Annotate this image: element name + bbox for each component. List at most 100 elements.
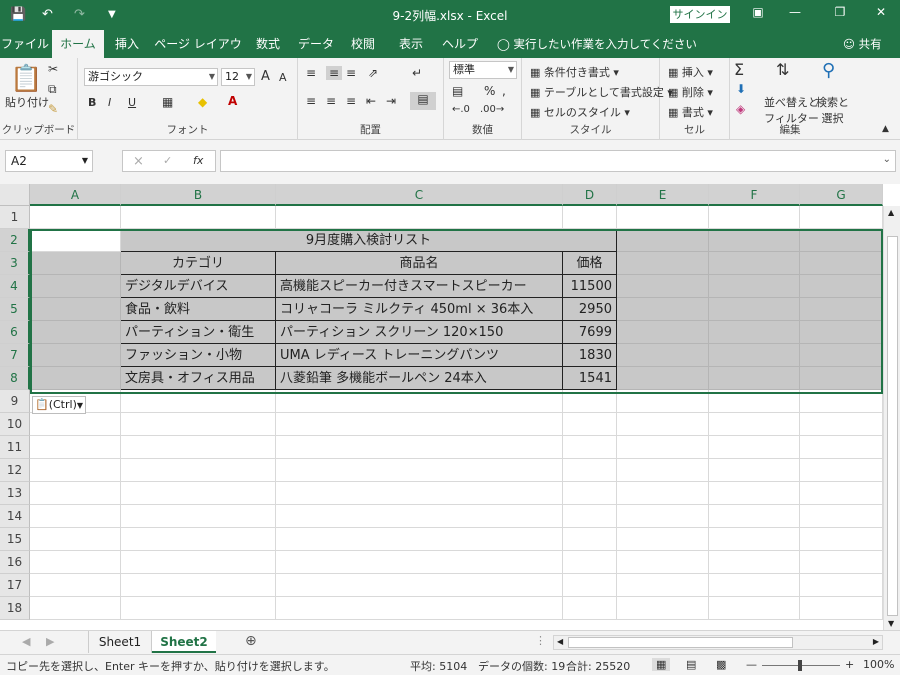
tab-review[interactable]: 校閲 [342,30,384,58]
cell-g4[interactable] [800,275,883,298]
column-header-c[interactable]: C [276,184,563,206]
row-header-10[interactable]: 10 [0,413,30,436]
cell-d13[interactable] [563,482,617,505]
font-size-combo[interactable]: 12 ▼ [221,68,255,86]
row-header-18[interactable]: 18 [0,597,30,620]
table-cell[interactable]: 1541 [563,367,617,390]
cell-e4[interactable] [617,275,709,298]
number-format-combo[interactable]: 標準 ▼ [449,61,517,79]
sort-filter-icon[interactable]: ⇅ [776,60,789,79]
cell-b17[interactable] [121,574,276,597]
clear-icon[interactable]: ◈ [736,102,745,116]
cell-g18[interactable] [800,597,883,620]
table-cell[interactable]: パーティション スクリーン 120×150 [276,321,563,344]
cell-a1[interactable] [30,206,121,229]
normal-view-icon[interactable]: ▦ [652,658,671,671]
sheet-tab-sheet1[interactable]: Sheet1 [88,631,152,653]
font-name-combo[interactable]: 游ゴシック ▼ [84,68,218,86]
align-middle-icon[interactable]: ≡ [326,66,342,80]
cell-a13[interactable] [30,482,121,505]
collapse-ribbon-icon[interactable]: ▲ [882,124,889,134]
align-bottom-icon[interactable]: ≡ [346,66,356,80]
cell-e7[interactable] [617,344,709,367]
table-header[interactable]: 価格 [563,252,617,275]
cell-e8[interactable] [617,367,709,390]
cell-c16[interactable] [276,551,563,574]
scroll-down-icon[interactable]: ▼ [888,619,894,628]
prev-sheet-icon[interactable]: ◀ [22,635,30,648]
table-cell[interactable]: パーティション・衛生 [121,321,276,344]
cell-c13[interactable] [276,482,563,505]
cell-a14[interactable] [30,505,121,528]
cell-f3[interactable] [709,252,800,275]
sheet-tab-sheet2[interactable]: Sheet2 [152,631,216,653]
add-sheet-icon[interactable]: ⊕ [245,633,257,649]
column-header-d[interactable]: D [563,184,617,206]
decrease-indent-icon[interactable]: ⇤ [366,94,376,108]
row-header-11[interactable]: 11 [0,436,30,459]
cell-f8[interactable] [709,367,800,390]
cell-c12[interactable] [276,459,563,482]
cell-a18[interactable] [30,597,121,620]
cell-a8[interactable] [30,367,121,390]
cell-e15[interactable] [617,528,709,551]
table-cell[interactable]: コリャコーラ ミルクティ 450ml × 36本入 [276,298,563,321]
column-header-f[interactable]: F [709,184,800,206]
percent-button[interactable]: % [484,84,495,98]
row-header-1[interactable]: 1 [0,206,30,229]
cancel-button[interactable]: × [133,154,144,169]
formula-input[interactable]: ⌄ [220,150,896,172]
cell-f1[interactable] [709,206,800,229]
cell-c10[interactable] [276,413,563,436]
vertical-scrollbar[interactable]: ▲ ▼ [883,206,900,630]
cell-f18[interactable] [709,597,800,620]
share-button[interactable]: ☺ 共有 [843,30,882,58]
cell-b12[interactable] [121,459,276,482]
cell-g3[interactable] [800,252,883,275]
paste-button[interactable]: 貼り付け [5,94,49,110]
tab-home[interactable]: ホーム [52,30,104,58]
cell-a12[interactable] [30,459,121,482]
cell-e3[interactable] [617,252,709,275]
cell-d11[interactable] [563,436,617,459]
close-icon[interactable]: ✕ [866,5,896,19]
format-painter-icon[interactable]: ✎ [48,102,58,116]
table-cell[interactable]: 7699 [563,321,617,344]
ribbon-display-icon[interactable]: ▣ [743,5,773,19]
insert-function-button[interactable]: fx [193,154,203,167]
tab-help[interactable]: ヘルプ [436,30,484,58]
increase-decimal-icon[interactable]: ←.0 [452,104,470,115]
cell-g2[interactable] [800,229,883,252]
cell-g6[interactable] [800,321,883,344]
row-header-12[interactable]: 12 [0,459,30,482]
tab-data[interactable]: データ [292,30,340,58]
align-center-icon[interactable]: ≡ [326,94,336,108]
bold-button[interactable]: B [88,96,96,109]
cell-f13[interactable] [709,482,800,505]
cell-d1[interactable] [563,206,617,229]
enter-button[interactable]: ✓ [163,154,172,167]
cell-d12[interactable] [563,459,617,482]
fill-icon[interactable]: ⬇ [736,82,746,96]
cell-c17[interactable] [276,574,563,597]
cell-f2[interactable] [709,229,800,252]
align-right-icon[interactable]: ≡ [346,94,356,108]
cell-b10[interactable] [121,413,276,436]
cell-f12[interactable] [709,459,800,482]
conditional-format-button[interactable]: ▦ 条件付き書式 ▾ [530,64,619,80]
cell-g15[interactable] [800,528,883,551]
cell-f5[interactable] [709,298,800,321]
cell-f15[interactable] [709,528,800,551]
table-cell[interactable]: 1830 [563,344,617,367]
cell-a17[interactable] [30,574,121,597]
decrease-decimal-icon[interactable]: .00→ [480,104,504,115]
table-cell[interactable]: UMA レディース トレーニングパンツ [276,344,563,367]
cell-g7[interactable] [800,344,883,367]
row-header-13[interactable]: 13 [0,482,30,505]
zoom-slider-thumb[interactable] [798,660,802,671]
copy-icon[interactable]: ⧉ [48,82,57,97]
table-header[interactable]: カテゴリ [121,252,276,275]
cell-f10[interactable] [709,413,800,436]
cell-f7[interactable] [709,344,800,367]
tab-file[interactable]: ファイル [0,30,50,58]
